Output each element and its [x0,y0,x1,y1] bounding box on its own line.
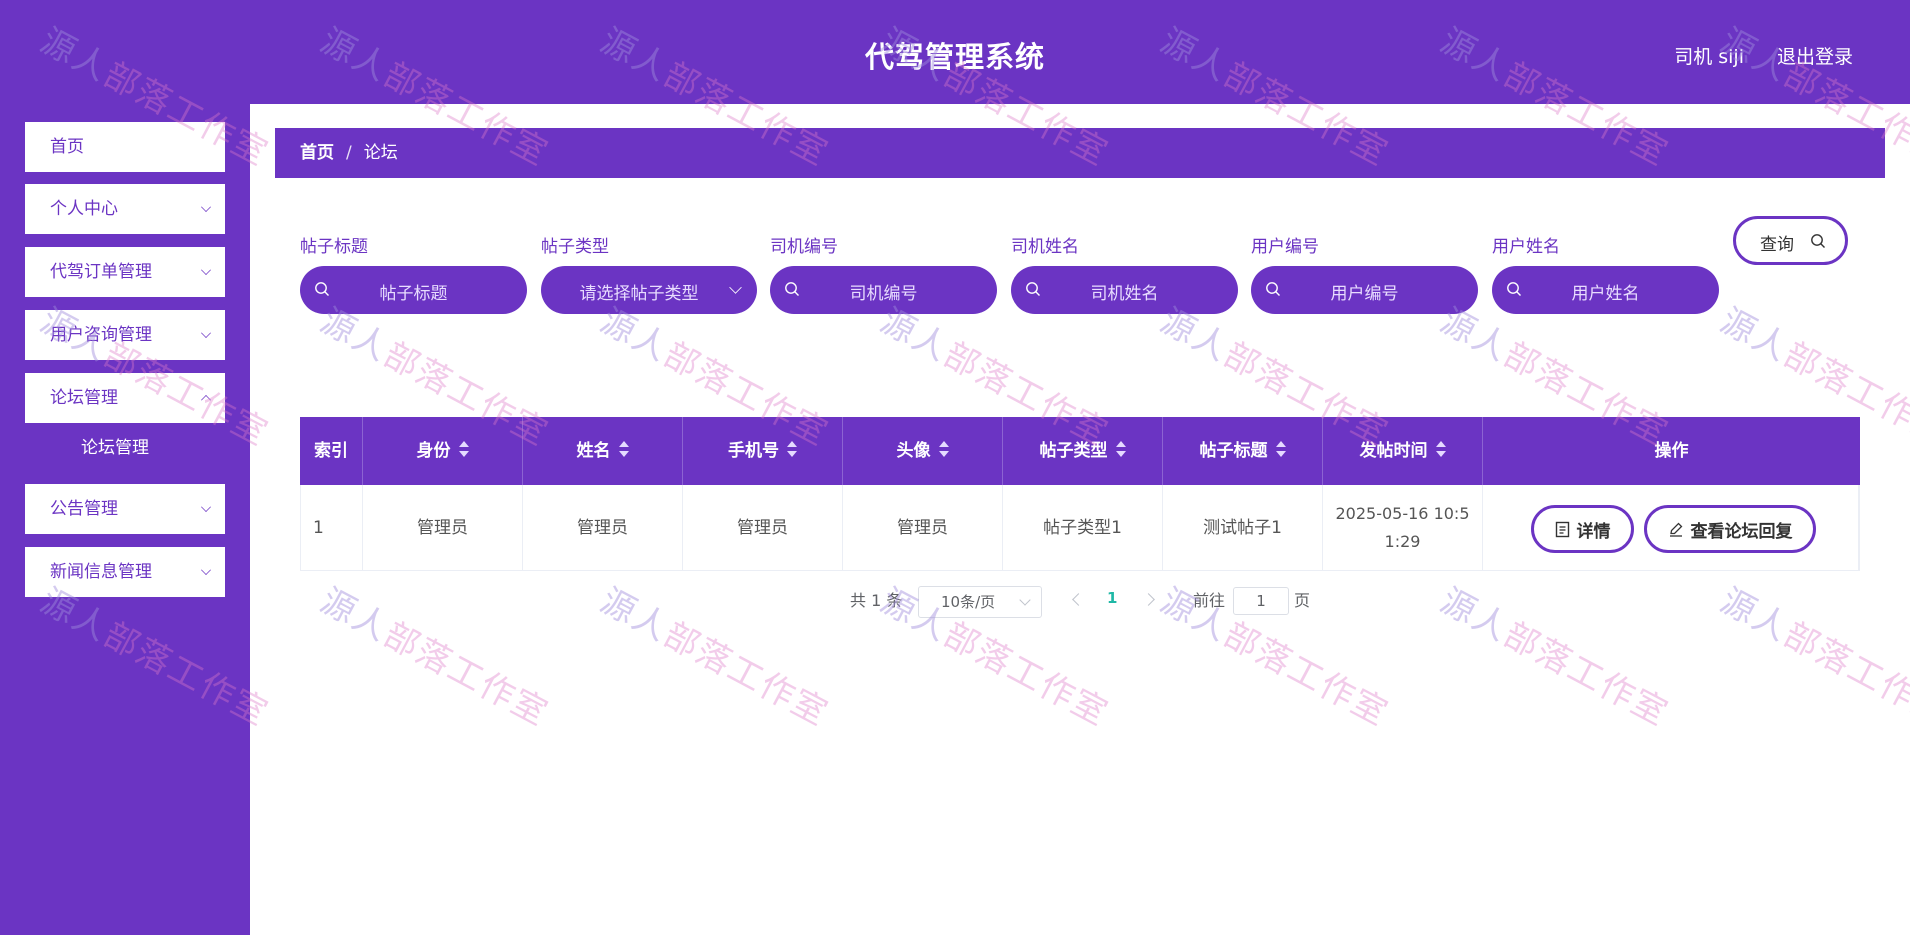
view-replies-button[interactable]: 查看论坛回复 [1644,505,1816,553]
top-header: 代驾管理系统 司机 siji 退出登录 [0,0,1910,104]
sidebar-item-consult[interactable]: 用户咨询管理 [25,310,225,360]
breadcrumb: 首页 / 论坛 [275,128,1885,178]
post-time-line: 1:29 [1384,532,1421,551]
query-button-label: 查询 [1760,235,1794,255]
detail-button-label: 详情 [1576,521,1611,542]
filter-label-driver-name: 司机姓名 [1011,237,1079,257]
search-icon [1811,234,1825,248]
input-placeholder: 司机姓名 [1090,284,1159,304]
cell-phone: 管理员 [683,485,843,571]
input-placeholder: 司机编号 [849,284,918,304]
post-time-line: 2025-05-16 10:5 [1335,504,1470,523]
input-placeholder: 用户编号 [1330,284,1399,304]
sort-icon[interactable] [1275,440,1286,458]
app-title: 代驾管理系统 [864,40,1045,74]
logout-link[interactable]: 退出登录 [1777,42,1853,69]
driver-name-input[interactable]: 司机姓名 [1011,266,1238,314]
sort-icon[interactable] [618,440,629,458]
column-header-actions: 操作 [1654,441,1689,461]
main-content: 首页 / 论坛 帖子标题 帖子类型 司机编号 司机姓名 用户编号 用户姓名 帖子标题… [250,104,1910,935]
cell-post-time: 2025-05-16 10:5 1:29 [1323,485,1483,571]
sidebar-item-news[interactable]: 新闻信息管理 [25,547,225,597]
post-title-input[interactable]: 帖子标题 [300,266,527,314]
sidebar-item-label: 论坛管理 [50,388,118,408]
breadcrumb-separator: / [346,143,352,163]
table-row: 1 管理员 管理员 管理员 管理员 帖子类型1 测试帖子1 2025-05-16… [300,485,1860,571]
cell-post-type: 帖子类型1 [1003,485,1163,571]
breadcrumb-current: 论坛 [363,143,398,163]
filter-label-user-name: 用户姓名 [1492,237,1560,257]
input-placeholder: 帖子标题 [379,284,448,304]
chevron-down-icon [1019,594,1031,606]
edit-icon [1669,522,1682,537]
chevron-down-icon [201,202,211,212]
sidebar-item-label: 个人中心 [50,199,118,219]
page-size-value: 10条/页 [941,593,996,611]
sort-icon[interactable] [1115,440,1126,458]
filter-label-post-title: 帖子标题 [300,237,368,257]
view-replies-button-label: 查看论坛回复 [1690,521,1793,542]
goto-label: 前往 [1193,591,1226,610]
user-id-input[interactable]: 用户编号 [1251,266,1478,314]
input-placeholder: 用户姓名 [1571,284,1640,304]
pagination-total: 共 1 条 [850,591,903,610]
column-header-avatar[interactable]: 头像 [843,417,1003,485]
chevron-right-icon[interactable] [1142,593,1155,606]
column-header-identity[interactable]: 身份 [363,417,523,485]
submenu-item-forum-management[interactable]: 论坛管理 [25,423,225,473]
driver-id-input[interactable]: 司机编号 [770,266,997,314]
chevron-down-icon [201,265,211,275]
query-button[interactable]: 查询 [1733,216,1848,265]
detail-button[interactable]: 详情 [1531,505,1634,553]
page-suffix: 页 [1294,591,1311,610]
sidebar-item-label: 新闻信息管理 [50,562,152,582]
cell-identity: 管理员 [363,485,523,571]
sidebar-item-label: 用户咨询管理 [50,325,152,345]
cell-index: 1 [301,485,363,571]
sidebar-item-notice[interactable]: 公告管理 [25,484,225,534]
breadcrumb-home[interactable]: 首页 [300,143,334,163]
page-size-select[interactable]: 10条/页 [918,586,1042,618]
column-header-index: 索引 [300,417,363,485]
sidebar-item-profile[interactable]: 个人中心 [25,184,225,234]
filter-label-user-id: 用户编号 [1251,237,1319,257]
cell-name: 管理员 [523,485,683,571]
column-header-post-type[interactable]: 帖子类型 [1003,417,1163,485]
filter-label-post-type: 帖子类型 [541,237,609,257]
column-header-phone[interactable]: 手机号 [683,417,843,485]
user-name-input[interactable]: 用户姓名 [1492,266,1719,314]
chevron-down-icon [201,502,211,512]
sidebar-item-label: 代驾订单管理 [50,262,152,282]
chevron-left-icon[interactable] [1072,593,1085,606]
sort-icon[interactable] [458,440,469,458]
goto-page-input[interactable]: 1 [1233,587,1289,615]
sidebar-item-forum[interactable]: 论坛管理 [25,373,225,423]
cell-post-title: 测试帖子1 [1163,485,1323,571]
chevron-down-icon [201,395,211,405]
column-header-post-title[interactable]: 帖子标题 [1163,417,1323,485]
cell-avatar: 管理员 [843,485,1003,571]
sort-icon[interactable] [787,440,797,458]
sidebar-item-label: 首页 [50,137,84,157]
sidebar-item-orders[interactable]: 代驾订单管理 [25,247,225,297]
column-header-post-time[interactable]: 发帖时间 [1323,417,1483,485]
sort-icon[interactable] [938,440,949,458]
sort-icon[interactable] [1435,440,1446,458]
table-header: 索引 身份 姓名 手机号 头像 帖子类型 帖子标题 发帖时间 操作 [300,417,1860,485]
current-user: 司机 siji [1674,46,1744,68]
column-header-name[interactable]: 姓名 [523,417,683,485]
document-icon [1555,521,1569,537]
filter-label-driver-id: 司机编号 [770,237,838,257]
sidebar-item-home[interactable]: 首页 [25,122,225,172]
page-number-current[interactable]: 1 [1107,589,1117,607]
sidebar: 首页 个人中心 代驾订单管理 用户咨询管理 论坛管理 论坛管理 公告管理 新闻信… [0,104,250,935]
sidebar-item-label: 公告管理 [50,499,118,519]
chevron-down-icon [201,565,211,575]
select-placeholder: 请选择帖子类型 [579,284,699,304]
chevron-down-icon [201,328,211,338]
post-type-select[interactable]: 请选择帖子类型 [541,266,757,314]
